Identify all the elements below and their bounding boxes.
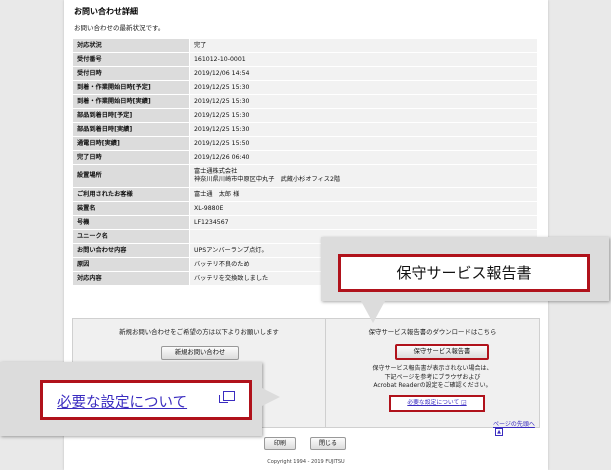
close-button[interactable]: 閉じる (310, 437, 346, 450)
details-row: 到着・作業開始日時[実績] 2019/12/25 15:30 (72, 94, 538, 109)
details-row: 完了日時 2019/12/26 06:40 (72, 150, 538, 165)
details-row-label: 通電日時[実績] (72, 136, 190, 151)
settings-link[interactable]: 必要な設定について ◲ (389, 395, 485, 412)
settings-zoom-label: 必要な設定について (57, 395, 188, 411)
details-row-value: 2019/12/25 15:30 (189, 80, 538, 95)
report-note-line-2: 下記ページを参考にブラウザおよび (384, 373, 481, 381)
report-note-line-1: 保守サービス報告書が表示されない場合は、 (372, 365, 493, 372)
details-row: 設置場所 富士通株式会社 神奈川県川崎市中原区中丸子 武蔵小杉オフィス2階 (72, 164, 538, 188)
details-row: 号機 LF1234567 (72, 215, 538, 230)
details-row-value-line-1: 富士通株式会社 (194, 168, 238, 175)
arrow-up-icon: ▲ (495, 428, 503, 436)
details-row-label: 受付番号 (72, 52, 190, 67)
details-row-value: 2019/12/25 15:30 (189, 122, 538, 137)
details-row-value: 2019/12/25 15:50 (189, 136, 538, 151)
details-row-value: 2019/12/25 15:30 (189, 108, 538, 123)
report-download-text: 保守サービス報告書のダウンロードはこちら (368, 328, 497, 336)
details-row-value: XL-9880E (189, 201, 538, 216)
details-row-label: 号機 (72, 215, 190, 230)
details-row-label: 原因 (72, 257, 190, 272)
details-row: 受付番号 161012-10-0001 (72, 52, 538, 67)
report-note: 保守サービス報告書が表示されない場合は、 下記ページを参考にブラウザおよび Ac… (326, 365, 539, 391)
details-row-label: 対応内容 (72, 271, 190, 286)
details-row: 通電日時[実績] 2019/12/25 15:50 (72, 136, 538, 151)
settings-link-label: 必要な設定について (407, 400, 460, 406)
print-button[interactable]: 印刷 (264, 437, 296, 450)
details-row-label: お問い合わせ内容 (72, 243, 190, 258)
details-row-value: 富士通株式会社 神奈川県川崎市中原区中丸子 武蔵小杉オフィス2階 (189, 164, 538, 188)
details-row: ご利用されたお客様 富士通 太郎 様 (72, 187, 538, 202)
details-row-label: 部品到着日時[実績] (72, 122, 190, 137)
details-row-label: 部品到着日時[予定] (72, 108, 190, 123)
page-subtitle: お問い合わせの最新状況です。 (74, 24, 165, 32)
new-inquiry-button[interactable]: 新規お問い合わせ (161, 346, 239, 360)
details-row-label: 受付日時 (72, 66, 190, 81)
details-row-label: 対応状況 (72, 38, 190, 53)
external-window-icon (219, 391, 235, 403)
copyright: Copyright 1994 - 2019 FUJITSU (267, 459, 345, 465)
report-button[interactable]: 保守サービス報告書 (395, 344, 489, 360)
details-row-value: 完了 (189, 38, 538, 53)
details-row-label: 設置場所 (72, 164, 190, 188)
page-top-link[interactable]: ページの先頭へ▲ (493, 419, 539, 436)
details-row-value: 161012-10-0001 (189, 52, 538, 67)
details-row-value: 富士通 太郎 様 (189, 187, 538, 202)
settings-zoom-callout: 必要な設定について (0, 362, 280, 436)
details-row-label: 完了日時 (72, 150, 190, 165)
details-row-label: ご利用されたお客様 (72, 187, 190, 202)
report-note-line-3: Acrobat Readerの設定をご確認ください。 (373, 382, 492, 389)
details-row-value-line-2: 神奈川県川崎市中原区中丸子 武蔵小杉オフィス2階 (194, 176, 341, 183)
details-row: 対応状況 完了 (72, 38, 538, 53)
details-row: 部品到着日時[予定] 2019/12/25 15:30 (72, 108, 538, 123)
details-row-value: 2019/12/26 06:40 (189, 150, 538, 165)
details-row: 装置名 XL-9880E (72, 201, 538, 216)
details-row-label: 到着・作業開始日時[実績] (72, 94, 190, 109)
details-row-label: 到着・作業開始日時[予定] (72, 80, 190, 95)
details-row-label: ユニーク名 (72, 229, 190, 244)
details-row: 部品到着日時[実績] 2019/12/25 15:30 (72, 122, 538, 137)
details-row-value: LF1234567 (189, 215, 538, 230)
new-inquiry-text: 新規お問い合わせをご希望の方は以下よりお願いします (119, 328, 279, 336)
details-row-label: 装置名 (72, 201, 190, 216)
page-title: お問い合わせ詳細 (74, 7, 138, 16)
report-zoom-callout: 保守サービス報告書 (321, 237, 609, 323)
report-zoom-label: 保守サービス報告書 (338, 254, 590, 292)
details-row: 到着・作業開始日時[予定] 2019/12/25 15:30 (72, 80, 538, 95)
details-row-value: 2019/12/25 15:30 (189, 94, 538, 109)
page-top-link-label: ページの先頭へ (493, 421, 535, 428)
details-row-value: 2019/12/06 14:54 (189, 66, 538, 81)
settings-zoom-box: 必要な設定について (40, 380, 252, 420)
details-row: 受付日時 2019/12/06 14:54 (72, 66, 538, 81)
